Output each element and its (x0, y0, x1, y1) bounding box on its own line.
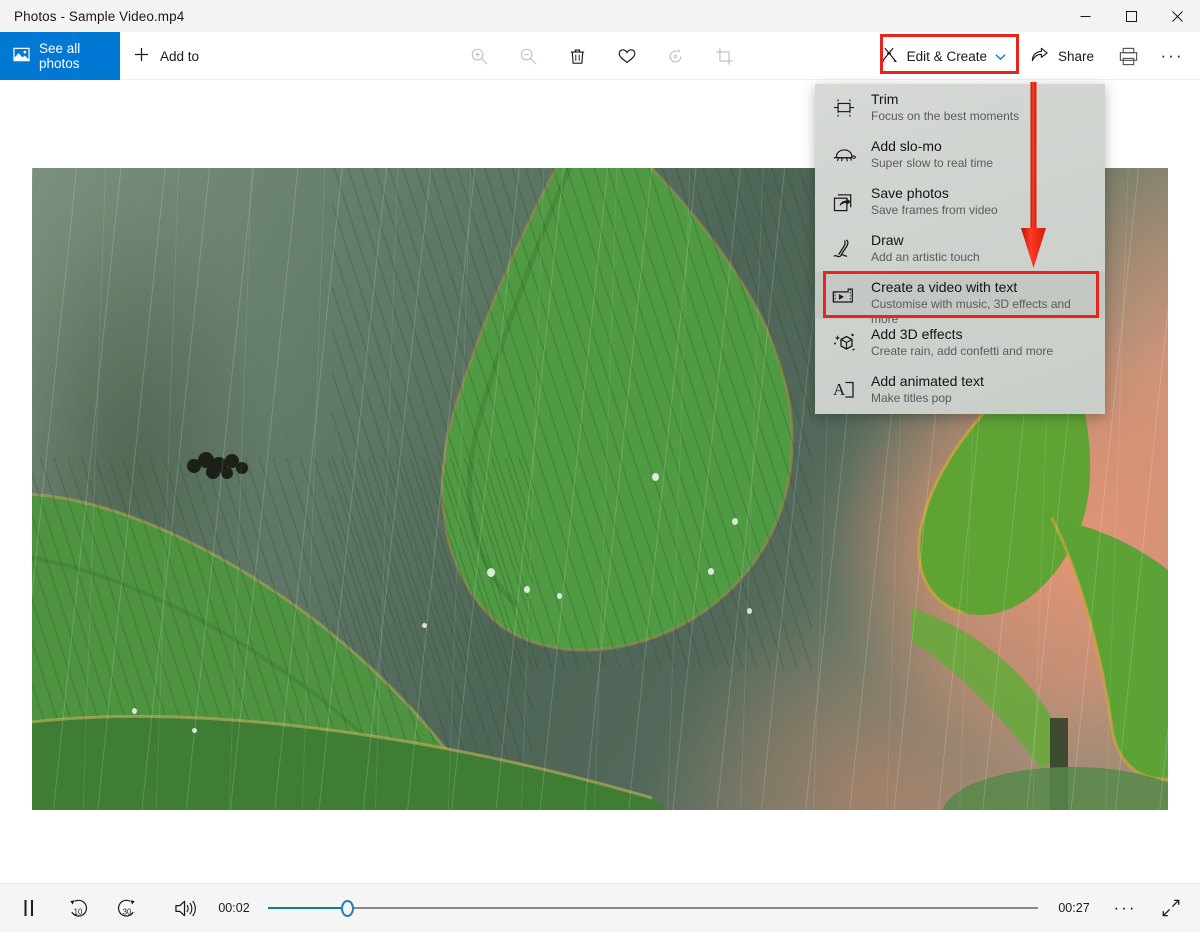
scrubber-track[interactable] (268, 907, 1038, 909)
cube-3d-icon (831, 329, 857, 357)
create-video-icon (831, 282, 857, 310)
menu-item-title: Trim (871, 90, 1019, 108)
maximize-button[interactable] (1108, 0, 1154, 32)
total-time-label: 00:27 (1046, 901, 1102, 915)
title-bar: Photos - Sample Video.mp4 (0, 0, 1200, 32)
heart-icon[interactable] (602, 32, 651, 80)
window-title: Photos - Sample Video.mp4 (0, 9, 184, 24)
share-label: Share (1058, 49, 1094, 64)
see-all-photos-label: See all photos (39, 41, 120, 71)
playback-more-label: ··· (1114, 898, 1137, 918)
add-to-button[interactable]: Add to (133, 32, 199, 80)
save-photos-icon (831, 188, 857, 216)
current-time-label: 00:02 (208, 901, 260, 915)
edit-create-icon (879, 45, 899, 68)
menu-item-subtitle: Save frames from video (871, 203, 998, 218)
edit-and-create-button[interactable]: Edit & Create (867, 39, 1018, 73)
rewind-10-button[interactable]: 10 (55, 885, 101, 931)
image-tools-group (455, 32, 749, 80)
slomo-turtle-icon (831, 141, 857, 169)
animated-text-icon: A (831, 376, 857, 404)
scrubber-progress (268, 907, 348, 909)
forward-30-button[interactable]: 30 (104, 885, 150, 931)
menu-item-text: Add slo-mo Super slow to real time (871, 137, 993, 171)
menu-item-add-3d-effects[interactable]: Add 3D effects Create rain, add confetti… (815, 319, 1105, 366)
menu-item-add-animated-text[interactable]: A Add animated text Make titles pop (815, 366, 1105, 413)
fullscreen-button[interactable] (1148, 885, 1194, 931)
minimize-button[interactable] (1062, 0, 1108, 32)
menu-item-title: Draw (871, 231, 980, 249)
menu-item-text: Add animated text Make titles pop (871, 372, 984, 406)
more-options-button[interactable]: ··· (1150, 34, 1194, 78)
svg-text:10: 10 (74, 907, 83, 916)
menu-item-draw[interactable]: Draw Add an artistic touch (815, 225, 1105, 272)
command-bar: See all photos Add to (0, 32, 1200, 80)
chevron-down-icon (995, 49, 1006, 64)
pause-button[interactable] (6, 885, 52, 931)
zoom-in-icon[interactable] (455, 32, 504, 80)
menu-item-subtitle: Add an artistic touch (871, 250, 980, 265)
menu-item-save-photos[interactable]: Save photos Save frames from video (815, 178, 1105, 225)
see-all-photos-button[interactable]: See all photos (0, 32, 120, 80)
menu-item-create-a-video-with-text[interactable]: Create a video with text Customise with … (815, 272, 1105, 319)
menu-item-add-slo-mo[interactable]: Add slo-mo Super slow to real time (815, 131, 1105, 178)
volume-button[interactable] (162, 885, 208, 931)
playback-right-group: ··· (1102, 885, 1200, 931)
menu-item-text: Save photos Save frames from video (871, 184, 998, 218)
menu-item-subtitle: Make titles pop (871, 391, 984, 406)
delete-icon[interactable] (553, 32, 602, 80)
video-scrubber[interactable] (260, 885, 1046, 931)
edit-and-create-label: Edit & Create (907, 49, 987, 64)
menu-item-text: Draw Add an artistic touch (871, 231, 980, 265)
playback-bar: 10 30 00:02 00:27 (0, 883, 1200, 932)
svg-text:30: 30 (123, 907, 132, 916)
menu-item-title: Save photos (871, 184, 998, 202)
zoom-out-icon[interactable] (504, 32, 553, 80)
close-button[interactable] (1154, 0, 1200, 32)
right-command-group: Edit & Create Share (867, 32, 1194, 80)
plus-icon (133, 46, 150, 66)
menu-item-subtitle: Create rain, add confetti and more (871, 344, 1053, 359)
svg-text:A: A (833, 380, 846, 399)
menu-item-subtitle: Focus on the best moments (871, 109, 1019, 124)
scrubber-thumb[interactable] (341, 900, 354, 917)
menu-item-title: Add animated text (871, 372, 984, 390)
rotate-icon[interactable] (651, 32, 700, 80)
window-controls (1062, 0, 1200, 32)
add-to-label: Add to (160, 49, 199, 64)
share-button[interactable]: Share (1018, 39, 1106, 73)
draw-pen-icon (831, 235, 857, 263)
edit-and-create-menu: Trim Focus on the best moments Add slo-m… (815, 84, 1105, 414)
photo-library-icon (13, 46, 30, 66)
share-icon (1030, 45, 1049, 67)
crop-icon[interactable] (700, 32, 749, 80)
menu-item-trim[interactable]: Trim Focus on the best moments (815, 84, 1105, 131)
menu-item-title: Add slo-mo (871, 137, 993, 155)
print-button[interactable] (1106, 34, 1150, 78)
menu-item-text: Add 3D effects Create rain, add confetti… (871, 325, 1053, 359)
trim-icon (831, 94, 857, 122)
menu-item-title: Add 3D effects (871, 325, 1053, 343)
menu-item-text: Trim Focus on the best moments (871, 90, 1019, 124)
photos-app-window: Photos - Sample Video.mp4 See all (0, 0, 1200, 932)
menu-item-subtitle: Super slow to real time (871, 156, 993, 171)
playback-more-button[interactable]: ··· (1102, 885, 1148, 931)
menu-item-title: Create a video with text (871, 278, 1095, 296)
